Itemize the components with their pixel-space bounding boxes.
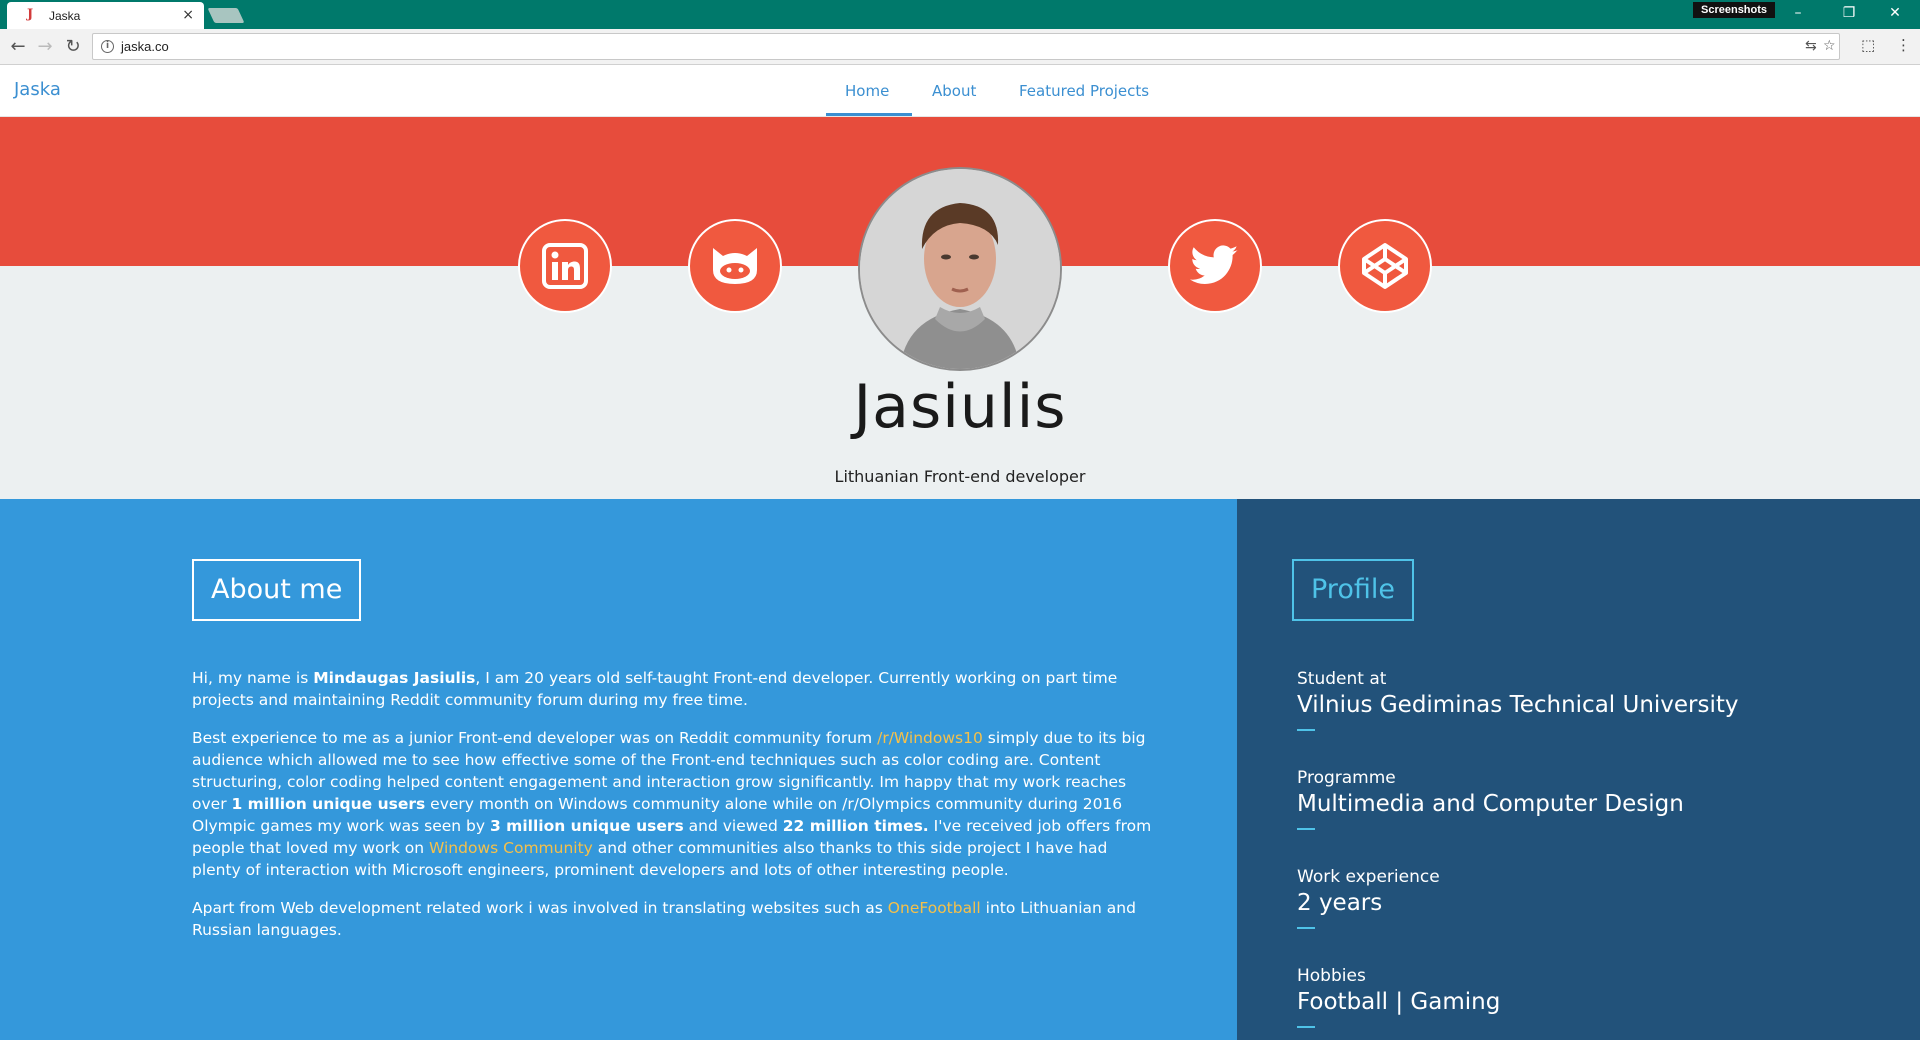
about-heading: About me [192, 559, 362, 621]
profile-item-programme: Programme Multimedia and Computer Design [1297, 768, 1684, 830]
tab-title: Jaska [49, 9, 81, 23]
profile-item-work-experience: Work experience 2 years [1297, 867, 1440, 929]
profile-label: Work experience [1297, 867, 1440, 887]
translate-icon[interactable]: ⇆ [1805, 38, 1817, 54]
new-tab-button[interactable] [207, 8, 245, 23]
close-window-button[interactable]: ✕ [1883, 3, 1907, 23]
profile-item-hobbies: Hobbies Football | Gaming [1297, 966, 1500, 1028]
restore-button[interactable]: ❐ [1837, 3, 1861, 23]
profile-divider [1297, 1026, 1315, 1028]
active-nav-indicator [826, 113, 912, 116]
profile-value: 2 years [1297, 890, 1383, 916]
profile-divider [1297, 927, 1315, 929]
chrome-menu-icon[interactable]: ⋮ [1896, 36, 1911, 54]
profile-divider [1297, 828, 1315, 830]
profile-divider [1297, 729, 1315, 731]
twitter-icon[interactable] [1168, 219, 1262, 313]
windows10-link[interactable]: /r/Windows10 [877, 729, 983, 747]
screenshots-extension-badge[interactable]: Screenshots [1693, 2, 1776, 18]
back-arrow-icon[interactable]: ← [6, 35, 30, 59]
extension-icon[interactable]: ⬚ [1861, 36, 1875, 54]
brand-logo[interactable]: Jaska [14, 79, 61, 100]
address-bar[interactable]: i jaska.co ⇆ ☆ [92, 33, 1840, 60]
jaska-favicon-icon: J [27, 7, 34, 22]
hero-name: Jasiulis [853, 372, 1067, 442]
about-paragraph-1: Hi, my name is Mindaugas Jasiulis, I am … [192, 669, 1118, 709]
browser-tab[interactable]: J Jaska × [7, 2, 204, 29]
hero-subtitle: Lithuanian Front-end developer [834, 467, 1086, 486]
reload-icon[interactable]: ↻ [61, 35, 85, 59]
nav-link-about[interactable]: About [932, 82, 976, 100]
profile-value: Football | Gaming [1297, 989, 1501, 1015]
linkedin-icon[interactable] [518, 219, 612, 313]
profile-label: Programme [1297, 768, 1396, 788]
profile-label: Student at [1297, 669, 1387, 689]
codepen-icon[interactable] [1338, 219, 1432, 313]
info-icon[interactable]: i [101, 40, 114, 53]
profile-avatar [858, 167, 1062, 371]
windows-community-link[interactable]: Windows Community [429, 839, 593, 857]
about-paragraph-3: Apart from Web development related work … [192, 899, 1136, 939]
tab-close-icon[interactable]: × [182, 7, 194, 23]
about-section: About me Hi, my name is Mindaugas Jasiul… [0, 499, 1237, 1040]
nav-link-home[interactable]: Home [845, 82, 889, 100]
minimize-button[interactable]: – [1786, 3, 1810, 23]
nav-link-featured-projects[interactable]: Featured Projects [1019, 82, 1149, 100]
site-navbar: Jaska Home About Featured Projects [0, 65, 1920, 117]
profile-value: Multimedia and Computer Design [1297, 791, 1684, 817]
bookmark-star-icon[interactable]: ☆ [1823, 38, 1836, 54]
profile-label: Hobbies [1297, 966, 1366, 986]
profile-section: Profile Student at Vilnius Gediminas Tec… [1237, 499, 1920, 1040]
profile-item-student: Student at Vilnius Gediminas Technical U… [1297, 669, 1739, 731]
profile-value: Vilnius Gediminas Technical University [1297, 692, 1739, 718]
github-icon[interactable] [688, 219, 782, 313]
forward-arrow-icon[interactable]: → [33, 35, 57, 59]
url-text: jaska.co [121, 39, 169, 54]
onefootball-link[interactable]: OneFootball [888, 899, 981, 917]
about-text: Hi, my name is Mindaugas Jasiulis, I am … [192, 667, 1158, 957]
profile-heading: Profile [1292, 559, 1414, 621]
browser-titlebar: J Jaska × Screenshots – ❐ ✕ [0, 0, 1920, 29]
about-paragraph-2: Best experience to me as a junior Front-… [192, 729, 1152, 879]
browser-toolbar: ← → ↻ i jaska.co ⇆ ☆ ⬚ ⋮ [0, 29, 1920, 65]
